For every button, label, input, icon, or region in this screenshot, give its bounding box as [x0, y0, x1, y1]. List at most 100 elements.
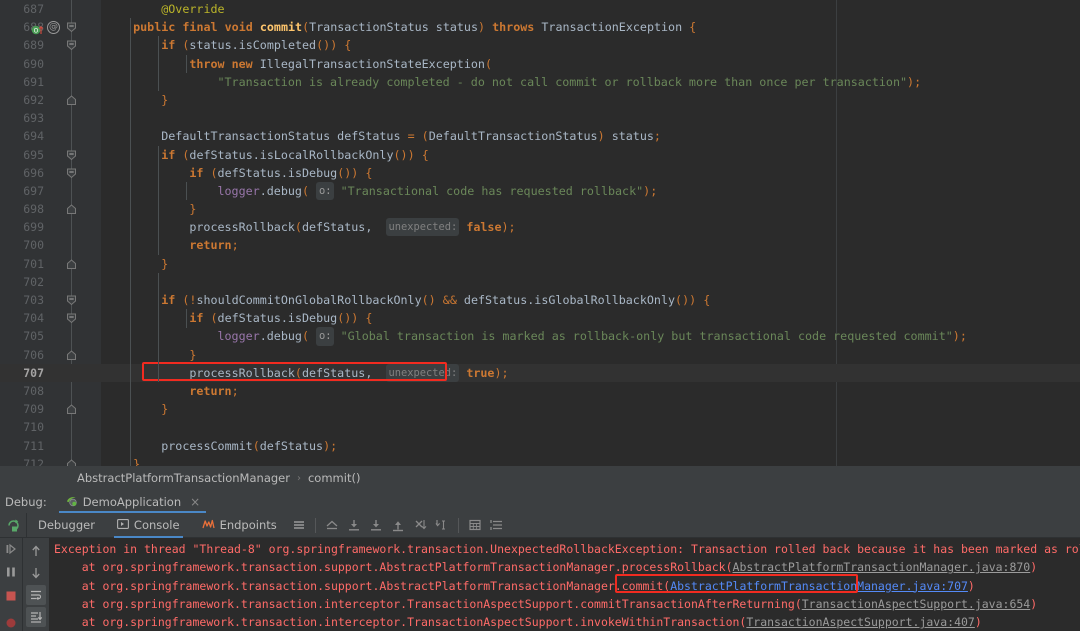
console-line[interactable]: at org.springframework.transaction.inter…	[49, 595, 1080, 613]
gutter-row[interactable]: 706	[0, 346, 101, 364]
code-row[interactable]: processRollback(defStatus, unexpected: f…	[101, 218, 1080, 237]
fold-collapse-icon[interactable]	[66, 295, 77, 306]
debug-controls-sidebar[interactable]	[0, 538, 22, 631]
scroll-down-icon[interactable]	[26, 563, 46, 583]
run-to-cursor-icon[interactable]	[432, 515, 452, 535]
code-row[interactable]: "Transaction is already completed - do n…	[101, 73, 1080, 91]
gutter-row[interactable]: 698	[0, 200, 101, 218]
console-line[interactable]: at org.springframework.transaction.inter…	[49, 613, 1080, 631]
code-row[interactable]: processCommit(defStatus);	[101, 437, 1080, 455]
code-row[interactable]: return;	[101, 382, 1080, 400]
soft-wrap-toolbar-icon[interactable]	[289, 515, 309, 535]
gutter-row[interactable]: 708	[0, 382, 101, 400]
code-row[interactable]: if (defStatus.isLocalRollbackOnly()) {	[101, 146, 1080, 164]
step-out-icon[interactable]	[388, 515, 408, 535]
debug-run-config-tab[interactable]: DemoApplication ×	[58, 490, 207, 513]
scroll-to-end-icon[interactable]	[26, 607, 46, 627]
fold-collapse-icon[interactable]	[66, 313, 77, 324]
gutter-row[interactable]: 699	[0, 218, 101, 236]
fold-end-icon[interactable]	[66, 349, 77, 361]
gutter-row[interactable]: 703	[0, 291, 101, 309]
step-into-icon[interactable]	[366, 515, 386, 535]
gutter-row[interactable]: 711	[0, 437, 101, 455]
gutter-row[interactable]: 709	[0, 400, 101, 418]
gutter-row[interactable]: 700	[0, 236, 101, 254]
gutter-row[interactable]: 697	[0, 182, 101, 200]
breadcrumb-class[interactable]: AbstractPlatformTransactionManager	[77, 471, 290, 485]
console-output[interactable]: Exception in thread "Thread-8" org.sprin…	[49, 538, 1080, 631]
code-row[interactable]: throw new IllegalTransactionStateExcepti…	[101, 55, 1080, 73]
gutter-row[interactable]: 687	[0, 0, 101, 18]
gutter-row[interactable]: 694	[0, 127, 101, 145]
code-editor[interactable]: 6876886896906916926936946956966976986997…	[0, 0, 1080, 471]
resume-program-icon[interactable]	[1, 541, 21, 557]
gutter-row[interactable]: 702	[0, 273, 101, 291]
fold-end-icon[interactable]	[66, 258, 77, 270]
fold-end-icon[interactable]	[66, 95, 77, 106]
console-line[interactable]: at org.springframework.transaction.suppo…	[49, 577, 1080, 595]
pause-program-icon[interactable]	[1, 564, 21, 580]
fold-collapse-icon[interactable]	[66, 150, 77, 161]
stack-trace-link[interactable]: TransactionAspectSupport.java:654	[802, 597, 1030, 611]
mute-breakpoints-icon[interactable]	[1, 615, 21, 631]
step-over-icon[interactable]	[344, 515, 364, 535]
gutter-row[interactable]: 692	[0, 91, 101, 109]
force-step-into-icon[interactable]	[410, 515, 430, 535]
code-row[interactable]: if (defStatus.isDebug()) {	[101, 164, 1080, 182]
gutter-row[interactable]: 707	[0, 363, 101, 382]
breadcrumb-method[interactable]: commit()	[308, 471, 360, 485]
code-row[interactable]: processRollback(defStatus, unexpected: t…	[101, 363, 1080, 382]
gutter-row[interactable]: 701	[0, 255, 101, 273]
stack-trace-link[interactable]: AbstractPlatformTransactionManager.java:…	[670, 579, 968, 593]
code-row[interactable]: return;	[101, 236, 1080, 254]
gutter-row[interactable]: 689	[0, 36, 101, 54]
fold-collapse-icon[interactable]	[66, 168, 77, 179]
show-execution-point-icon[interactable]	[322, 515, 342, 535]
scroll-up-icon[interactable]	[26, 541, 46, 561]
fold-end-icon[interactable]	[66, 204, 77, 215]
console-line[interactable]: at org.springframework.transaction.suppo…	[49, 558, 1080, 576]
fold-end-icon[interactable]	[66, 404, 77, 415]
gutter-row[interactable]: 690	[0, 55, 101, 73]
code-row[interactable]: logger.debug( o: "Transactional code has…	[101, 181, 1080, 201]
code-row[interactable]	[101, 109, 1080, 127]
tab-endpoints[interactable]: Endpoints	[191, 513, 288, 538]
code-text-area[interactable]: @Override public final void commit(Transa…	[101, 0, 1080, 471]
breadcrumb[interactable]: AbstractPlatformTransactionManager › com…	[0, 466, 1080, 490]
code-row[interactable]: logger.debug( o: "Global transaction is …	[101, 327, 1080, 346]
gutter-row[interactable]: 705	[0, 327, 101, 345]
console-controls-sidebar[interactable]	[22, 538, 49, 631]
code-row[interactable]: if (defStatus.isDebug()) {	[101, 309, 1080, 327]
console-line[interactable]: Exception in thread "Thread-8" org.sprin…	[49, 540, 1080, 558]
code-row[interactable]: }	[101, 91, 1080, 109]
code-row[interactable]: }	[101, 200, 1080, 218]
code-row[interactable]: }	[101, 400, 1080, 418]
code-row[interactable]	[101, 418, 1080, 436]
stack-trace-link[interactable]: TransactionAspectSupport.java:407	[746, 615, 974, 629]
gutter-row[interactable]: 696	[0, 164, 101, 182]
debug-toolbar[interactable]: Debugger Console Endpoints	[0, 512, 1080, 538]
code-row[interactable]: }	[101, 255, 1080, 273]
stack-trace-link[interactable]: AbstractPlatformTransactionManager.java:…	[733, 560, 1031, 574]
code-row[interactable]: if (status.isCompleted()) {	[101, 36, 1080, 54]
gutter-row[interactable]: 710	[0, 418, 101, 436]
layout-settings-icon[interactable]	[487, 515, 507, 535]
code-row[interactable]: @Override	[101, 0, 1080, 18]
fold-collapse-icon[interactable]	[66, 40, 77, 51]
editor-gutter[interactable]: 6876886896906916926936946956966976986997…	[0, 0, 101, 471]
gutter-row[interactable]: 695	[0, 146, 101, 164]
gutter-row[interactable]: 704	[0, 309, 101, 327]
rerun-button[interactable]	[0, 512, 27, 538]
code-row[interactable]: public final void commit(TransactionStat…	[101, 18, 1080, 36]
gutter-row[interactable]: 693	[0, 109, 101, 127]
code-row[interactable]	[101, 273, 1080, 291]
evaluate-expression-icon[interactable]	[465, 515, 485, 535]
tab-debugger[interactable]: Debugger	[27, 513, 106, 538]
override-method-icon[interactable]: O	[31, 21, 44, 35]
code-row[interactable]: if (!shouldCommitOnGlobalRollbackOnly() …	[101, 291, 1080, 309]
gutter-row[interactable]: 691	[0, 73, 101, 91]
close-icon[interactable]: ×	[190, 495, 200, 509]
soft-wrap-lines-icon[interactable]	[26, 585, 46, 605]
tab-console[interactable]: Console	[106, 513, 191, 538]
fold-collapse-icon[interactable]	[66, 22, 77, 33]
